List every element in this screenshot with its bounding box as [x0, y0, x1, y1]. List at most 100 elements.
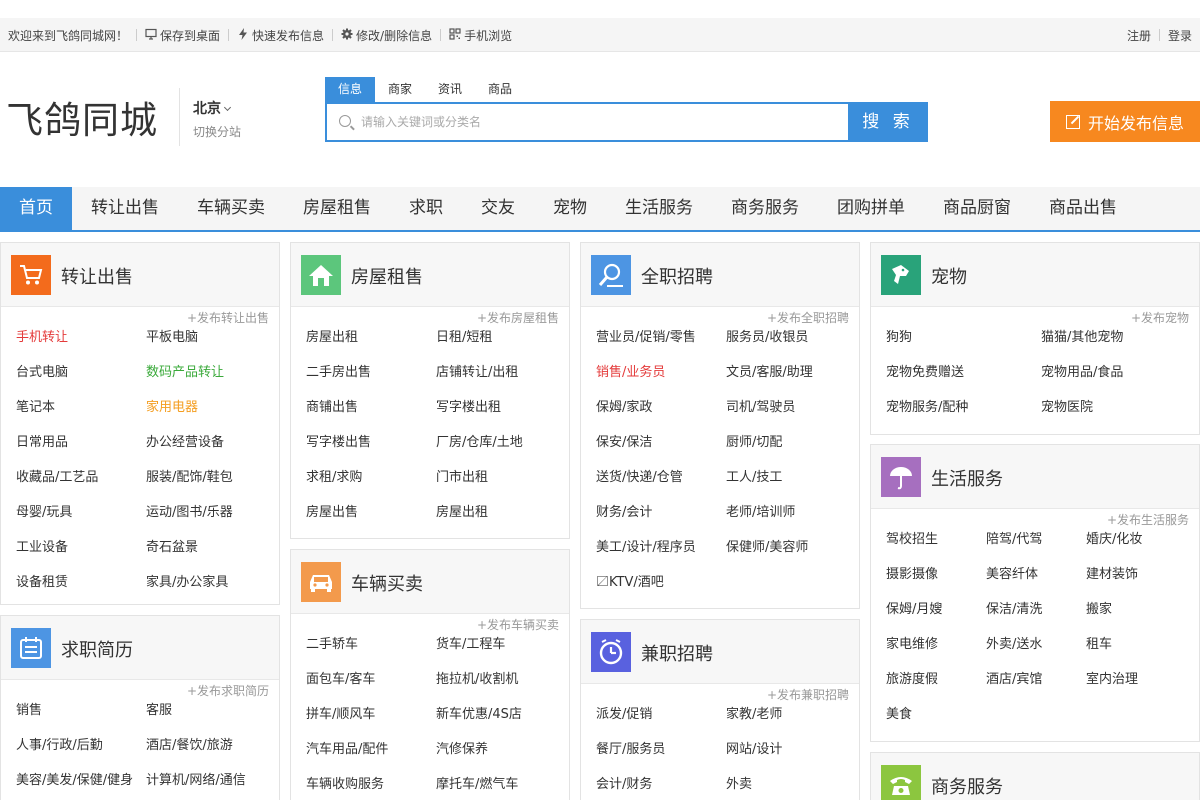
list-item[interactable]: 猫猫/其他宠物: [1041, 329, 1196, 364]
list-item[interactable]: 营业员/促销/零售: [596, 329, 726, 364]
list-item[interactable]: 文员/客服/助理: [726, 364, 856, 399]
list-item[interactable]: 保安/保洁: [596, 434, 726, 469]
list-item[interactable]: 保健师/美容师: [726, 539, 856, 574]
list-item[interactable]: 保姆/月嫂: [886, 601, 986, 636]
post-pet-link[interactable]: +发布宠物: [1131, 309, 1189, 326]
list-item[interactable]: 车辆收购服务: [306, 776, 436, 800]
nav-item-home[interactable]: 首页: [0, 187, 72, 230]
list-item[interactable]: 新车优惠/4S店: [436, 706, 566, 741]
list-item[interactable]: 厨师/切配: [726, 434, 856, 469]
list-item[interactable]: 搬家: [1086, 601, 1186, 636]
nav-item-pets[interactable]: 宠物: [534, 187, 606, 230]
list-item[interactable]: 销售/业务员: [596, 364, 726, 399]
list-item[interactable]: 宠物免费赠送: [886, 364, 1041, 399]
list-item[interactable]: 派发/促销: [596, 706, 726, 741]
list-item[interactable]: 写字楼出售: [306, 434, 436, 469]
list-item[interactable]: 宠物用品/食品: [1041, 364, 1196, 399]
list-item[interactable]: 门市出租: [436, 469, 566, 504]
nav-item-transfer[interactable]: 转让出售: [72, 187, 178, 230]
list-item[interactable]: 家用电器: [146, 399, 276, 434]
search-input[interactable]: [361, 104, 841, 140]
save-desktop-link[interactable]: 保存到桌面: [145, 27, 220, 44]
list-item[interactable]: 商铺出售: [306, 399, 436, 434]
start-post-button[interactable]: 开始发布信息: [1050, 101, 1200, 142]
list-item[interactable]: 服装/配饰/鞋包: [146, 469, 276, 504]
search-tab-goods[interactable]: 商品: [475, 77, 525, 102]
list-item[interactable]: 网站/设计: [726, 741, 856, 776]
list-item[interactable]: 会计/财务: [596, 776, 726, 800]
list-item[interactable]: 汽修保养: [436, 741, 566, 776]
list-item[interactable]: 奇石盆景: [146, 539, 276, 574]
list-item[interactable]: 餐厅/服务员: [596, 741, 726, 776]
list-item[interactable]: 司机/驾驶员: [726, 399, 856, 434]
list-item[interactable]: 旅游度假: [886, 671, 986, 706]
list-item[interactable]: 写字楼出租: [436, 399, 566, 434]
list-item[interactable]: 美食: [886, 706, 986, 741]
list-item[interactable]: 外卖: [726, 776, 856, 800]
search-button[interactable]: 搜 索: [848, 102, 928, 142]
search-tab-merchant[interactable]: 商家: [375, 77, 425, 102]
list-item[interactable]: 〼KTV/酒吧: [596, 574, 726, 608]
list-item[interactable]: 财务/会计: [596, 504, 726, 539]
site-logo[interactable]: 飞鸽同城: [6, 90, 158, 144]
list-item[interactable]: 收藏品/工艺品: [16, 469, 146, 504]
list-item[interactable]: 求租/求购: [306, 469, 436, 504]
post-house-link[interactable]: +发布房屋租售: [477, 309, 559, 326]
list-item[interactable]: 厂房/仓库/土地: [436, 434, 566, 469]
list-item[interactable]: 酒店/餐饮/旅游: [146, 737, 276, 772]
nav-item-vehicle[interactable]: 车辆买卖: [178, 187, 284, 230]
list-item[interactable]: 美容纤体: [986, 566, 1086, 601]
list-item[interactable]: 货车/工程车: [436, 636, 566, 671]
list-item[interactable]: 驾校招生: [886, 531, 986, 566]
list-item[interactable]: 建材装饰: [1086, 566, 1186, 601]
post-fulltime-link[interactable]: +发布全职招聘: [767, 309, 849, 326]
list-item[interactable]: 手机转让: [16, 329, 146, 364]
list-item[interactable]: 外卖/送水: [986, 636, 1086, 671]
list-item[interactable]: 平板电脑: [146, 329, 276, 364]
list-item[interactable]: 面包车/客车: [306, 671, 436, 706]
list-item[interactable]: 服务员/收银员: [726, 329, 856, 364]
list-item[interactable]: 美容/美发/保健/健身: [16, 772, 146, 800]
list-item[interactable]: 婚庆/化妆: [1086, 531, 1186, 566]
list-item[interactable]: 笔记本: [16, 399, 146, 434]
list-item[interactable]: 母婴/玩具: [16, 504, 146, 539]
list-item[interactable]: 保洁/清洗: [986, 601, 1086, 636]
list-item[interactable]: 家教/老师: [726, 706, 856, 741]
post-vehicle-link[interactable]: +发布车辆买卖: [477, 616, 559, 633]
post-transfer-link[interactable]: +发布转让出售: [187, 309, 269, 326]
list-item[interactable]: 店铺转让/出租: [436, 364, 566, 399]
nav-item-life[interactable]: 生活服务: [606, 187, 712, 230]
register-link[interactable]: 注册: [1127, 27, 1151, 44]
list-item[interactable]: 老师/培训师: [726, 504, 856, 539]
list-item[interactable]: 陪驾/代驾: [986, 531, 1086, 566]
list-item[interactable]: 室内治理: [1086, 671, 1186, 706]
list-item[interactable]: 二手轿车: [306, 636, 436, 671]
mobile-link[interactable]: 手机浏览: [449, 27, 512, 44]
post-resume-link[interactable]: +发布求职简历: [187, 682, 269, 699]
list-item[interactable]: 运动/图书/乐器: [146, 504, 276, 539]
list-item[interactable]: 销售: [16, 702, 146, 737]
list-item[interactable]: 日租/短租: [436, 329, 566, 364]
list-item[interactable]: 租车: [1086, 636, 1186, 671]
nav-item-house[interactable]: 房屋租售: [284, 187, 390, 230]
list-item[interactable]: 办公经营设备: [146, 434, 276, 469]
list-item[interactable]: 摩托车/燃气车: [436, 776, 566, 800]
post-life-link[interactable]: +发布生活服务: [1107, 511, 1189, 528]
list-item[interactable]: 酒店/宾馆: [986, 671, 1086, 706]
list-item[interactable]: 设备租赁: [16, 574, 146, 604]
list-item[interactable]: 二手房出售: [306, 364, 436, 399]
list-item[interactable]: 美工/设计/程序员: [596, 539, 726, 574]
list-item[interactable]: 送货/快递/仓管: [596, 469, 726, 504]
list-item[interactable]: 房屋出租: [436, 504, 566, 538]
list-item[interactable]: 汽车用品/配件: [306, 741, 436, 776]
list-item[interactable]: 房屋出租: [306, 329, 436, 364]
nav-item-goods-sale[interactable]: 商品出售: [1030, 187, 1136, 230]
nav-item-jobs[interactable]: 求职: [390, 187, 462, 230]
list-item[interactable]: 拼车/顺风车: [306, 706, 436, 741]
nav-item-business[interactable]: 商务服务: [712, 187, 818, 230]
list-item[interactable]: 计算机/网络/通信: [146, 772, 276, 800]
list-item[interactable]: 工人/技工: [726, 469, 856, 504]
switch-city-link[interactable]: 切换分站: [193, 123, 241, 140]
list-item[interactable]: 人事/行政/后勤: [16, 737, 146, 772]
quick-post-link[interactable]: 快速发布信息: [237, 27, 324, 44]
